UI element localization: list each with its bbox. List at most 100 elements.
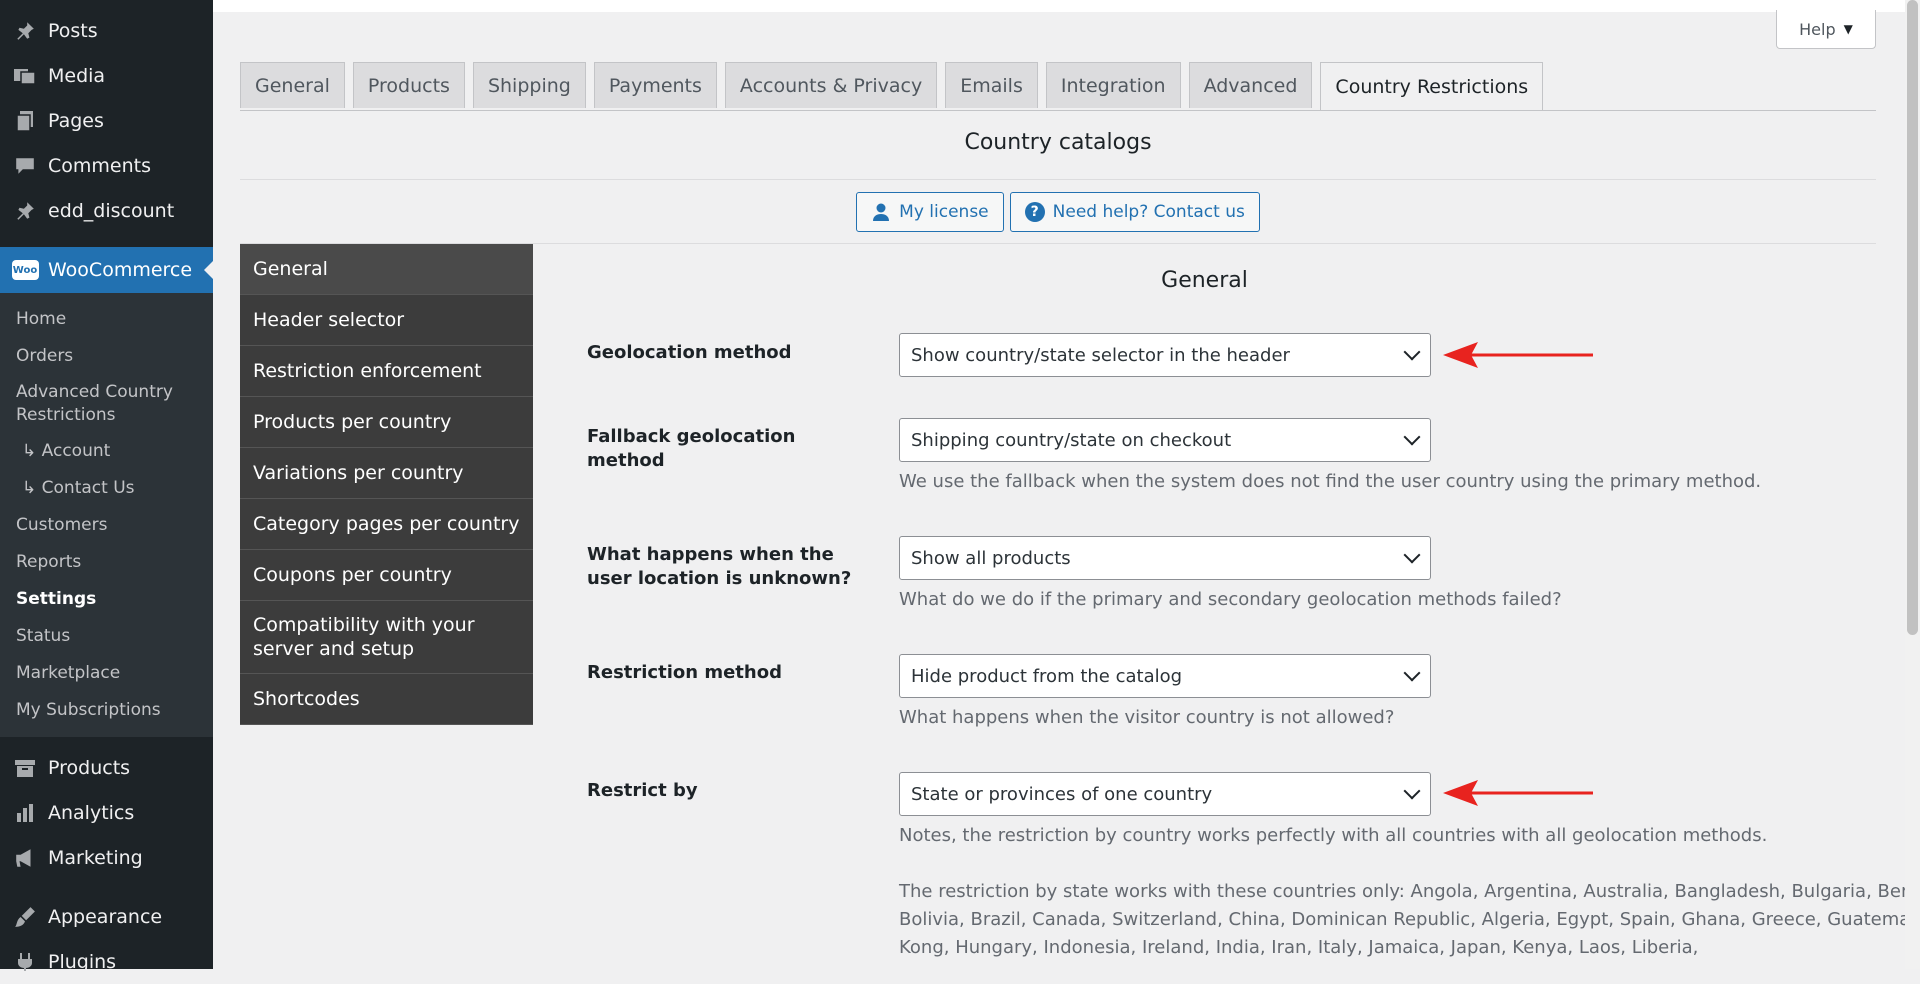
menu-label: Plugins [48,950,117,973]
my-license-label: My license [899,202,989,222]
section-shortcodes[interactable]: Shortcodes [240,674,533,725]
submenu-advanced-country-restrictions[interactable]: Advanced Country Restrictions [0,375,213,433]
fallback-geolocation-select[interactable]: Shipping country/state on checkout [899,418,1431,462]
select-value: State or provinces of one country [911,783,1213,805]
header-buttons: My license ? Need help? Contact us [240,192,1876,232]
section-header-selector[interactable]: Header selector [240,295,533,346]
section-category-pages-per-country[interactable]: Category pages per country [240,499,533,550]
tab-country-restrictions[interactable]: Country Restrictions [1320,62,1544,110]
bar-chart-icon [10,798,40,828]
unknown-location-label: What happens when the user location is u… [587,544,852,589]
woocommerce-icon: Woo [10,255,40,285]
select-value: Shipping country/state on checkout [911,429,1232,451]
section-restriction-enforcement[interactable]: Restriction enforcement [240,346,533,397]
menu-label: Appearance [48,905,163,928]
unknown-location-description: What do we do if the primary and seconda… [899,589,1562,610]
section-coupons-per-country[interactable]: Coupons per country [240,550,533,601]
tab-emails[interactable]: Emails [945,62,1038,108]
help-label: Help [1799,19,1836,39]
contact-us-label: Need help? Contact us [1052,202,1245,222]
pin-icon [10,16,40,46]
menu-marketing[interactable]: Marketing [0,835,213,880]
unknown-location-select[interactable]: Show all products [899,536,1431,580]
plugin-icon [10,947,40,977]
media-icon [10,61,40,91]
help-button[interactable]: Help ▼ [1776,10,1876,49]
chevron-down-icon [1403,428,1421,446]
restrict-by-label: Restrict by [587,780,698,801]
geolocation-method-select[interactable]: Show country/state selector in the heade… [899,333,1431,377]
menu-label: Marketing [48,846,143,869]
menu-label: Analytics [48,801,135,824]
menu-label: Media [48,64,106,87]
brush-icon [10,902,40,932]
submenu-account[interactable]: ↳ Account [0,433,213,470]
tab-advanced[interactable]: Advanced [1188,62,1313,108]
submenu-settings[interactable]: Settings [0,581,213,618]
menu-label: Pages [48,109,104,132]
menu-posts[interactable]: Posts [0,8,213,53]
menu-comments[interactable]: Comments [0,143,213,188]
pin-icon [10,196,40,226]
section-title: General [1161,268,1248,293]
restrict-by-states-note: The restriction by state works with thes… [899,881,1920,958]
restrict-by-select[interactable]: State or provinces of one country [899,772,1431,816]
submenu-marketplace[interactable]: Marketplace [0,655,213,692]
section-compatibility[interactable]: Compatibility with your server and setup [240,601,533,674]
main-content: Help ▼ General Products Shipping Payment… [213,0,1920,969]
section-products-per-country[interactable]: Products per country [240,397,533,448]
submenu-contact-us[interactable]: ↳ Contact Us [0,470,213,507]
page-title: Country catalogs [964,130,1152,155]
red-arrow-annotation [1443,780,1593,806]
menu-pages[interactable]: Pages [0,98,213,143]
select-value: Hide product from the catalog [911,665,1183,687]
scrollbar-thumb[interactable] [1907,0,1918,635]
woocommerce-submenu: Home Orders Advanced Country Restriction… [0,293,213,737]
menu-appearance[interactable]: Appearance [0,894,213,939]
chevron-down-icon [1403,664,1421,682]
menu-edd-discount[interactable]: edd_discount [0,188,213,233]
comment-icon [10,151,40,181]
pages-icon [10,106,40,136]
question-icon: ? [1024,202,1045,222]
tab-general[interactable]: General [240,62,345,108]
submenu-status[interactable]: Status [0,618,213,655]
geolocation-method-label: Geolocation method [587,342,792,363]
archive-icon [10,753,40,783]
tab-accounts-privacy[interactable]: Accounts & Privacy [724,62,938,108]
tab-products[interactable]: Products [352,62,465,108]
tab-shipping[interactable]: Shipping [472,62,586,108]
contact-us-button[interactable]: ? Need help? Contact us [1009,192,1260,232]
menu-media[interactable]: Media [0,53,213,98]
megaphone-icon [10,843,40,873]
section-general[interactable]: General [240,244,533,295]
chevron-down-icon [1403,343,1421,361]
my-license-button[interactable]: My license [856,192,1004,232]
tab-payments[interactable]: Payments [593,62,717,108]
submenu-reports[interactable]: Reports [0,544,213,581]
admin-sidebar: Posts Media Pages Comments edd_discount … [0,0,213,973]
select-value: Show all products [911,547,1071,569]
menu-products[interactable]: Products [0,745,213,790]
section-variations-per-country[interactable]: Variations per country [240,448,533,499]
settings-tabs: General Products Shipping Payments Accou… [240,62,1544,110]
tab-divider [240,110,1876,111]
tab-integration[interactable]: Integration [1045,62,1181,108]
submenu-home[interactable]: Home [0,301,213,338]
submenu-orders[interactable]: Orders [0,338,213,375]
submenu-customers[interactable]: Customers [0,507,213,544]
red-arrow-annotation [1443,342,1593,368]
select-value: Show country/state selector in the heade… [911,344,1290,366]
fallback-description: We use the fallback when the system does… [899,471,1762,492]
chevron-down-icon [1403,546,1421,564]
submenu-my-subscriptions[interactable]: My Subscriptions [0,692,213,729]
user-icon [873,203,890,221]
menu-analytics[interactable]: Analytics [0,790,213,835]
menu-plugins[interactable]: Plugins [0,939,213,984]
restriction-method-select[interactable]: Hide product from the catalog [899,654,1431,698]
menu-label: Comments [48,154,151,177]
menu-label: Products [48,756,131,779]
chevron-down-icon [1403,782,1421,800]
menu-woocommerce[interactable]: Woo WooCommerce [0,247,213,293]
page-scrollbar[interactable] [1905,0,1920,969]
